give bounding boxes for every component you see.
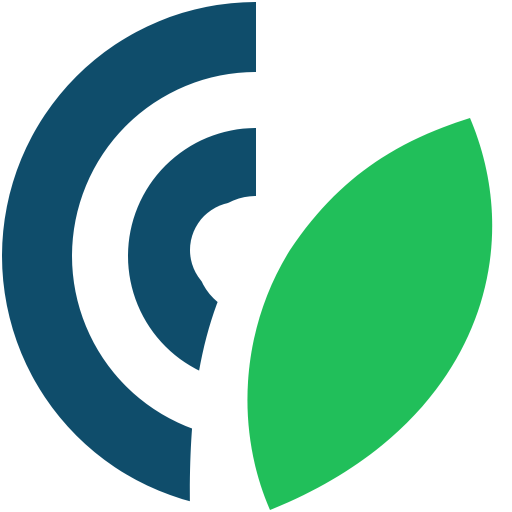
logo-canvas xyxy=(0,0,512,512)
center-dot xyxy=(190,202,286,298)
leaf xyxy=(247,118,493,510)
logo-svg xyxy=(2,2,493,510)
